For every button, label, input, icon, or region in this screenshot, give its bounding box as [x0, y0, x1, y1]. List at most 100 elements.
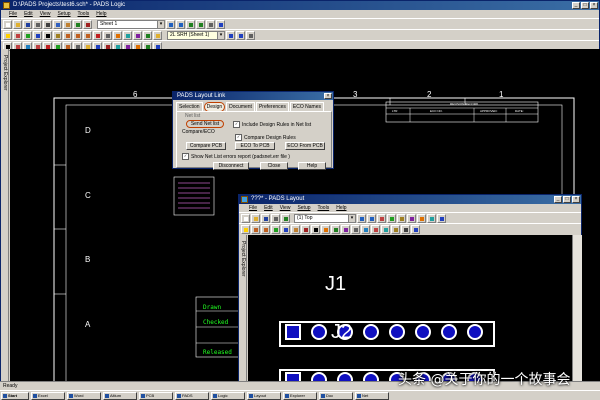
layout-redo-icon[interactable] — [367, 213, 376, 223]
menu-file[interactable]: File — [9, 10, 17, 18]
layout-menu-help[interactable]: Help — [336, 204, 346, 212]
send-netlist-button[interactable]: Send Net list — [186, 120, 224, 128]
redraw-icon[interactable] — [83, 19, 92, 29]
layout-verify-icon[interactable] — [331, 224, 340, 234]
taskbar-item[interactable]: Logic — [211, 391, 245, 400]
taskbar-item[interactable]: Net — [355, 391, 389, 400]
layout-glue-icon[interactable] — [381, 224, 390, 234]
taskbar-item[interactable]: PCB — [139, 391, 173, 400]
layout-help-icon[interactable] — [437, 213, 446, 223]
layout-zoom-icon[interactable] — [281, 213, 290, 223]
layout-new-icon[interactable] — [241, 213, 250, 223]
minimize-button[interactable]: _ — [572, 2, 580, 9]
layout-print-icon[interactable] — [271, 213, 280, 223]
help-icon[interactable] — [216, 19, 225, 29]
layout-drc-icon[interactable] — [321, 224, 330, 234]
dialog-close-button[interactable]: × — [324, 93, 332, 99]
layout-open-icon[interactable] — [251, 213, 260, 223]
hierarchy-icon[interactable] — [153, 30, 162, 40]
cut-icon[interactable] — [43, 19, 52, 29]
add-text-icon[interactable] — [43, 30, 52, 40]
pad-7[interactable] — [441, 324, 457, 340]
layout-minimize-button[interactable]: _ — [554, 196, 562, 203]
find-icon[interactable] — [246, 30, 255, 40]
eco-from-pcb-button[interactable]: ECO From PCB — [285, 142, 325, 150]
compare-pcb-button[interactable]: Compare PCB — [186, 142, 226, 150]
pad-4[interactable] — [363, 324, 379, 340]
logic-titlebar[interactable]: D:\PADS Projects\test6.sch* - PADS Logic… — [1, 1, 599, 10]
layout-flood-icon[interactable] — [371, 224, 380, 234]
taskbar-item[interactable]: Doc — [319, 391, 353, 400]
redo-icon[interactable] — [176, 19, 185, 29]
taskbar-item[interactable]: Layout — [247, 391, 281, 400]
layout-menu-tools[interactable]: Tools — [318, 204, 330, 212]
layout-dimension-icon[interactable] — [407, 213, 416, 223]
copy-icon[interactable] — [53, 19, 62, 29]
new-icon[interactable] — [3, 19, 12, 29]
start-button[interactable]: Start — [1, 391, 29, 400]
include-design-rules-checkbox[interactable]: Include Design Rules in Net list — [233, 121, 311, 128]
layout-save-icon[interactable] — [261, 213, 270, 223]
layout-titlebar[interactable]: ???* - PADS Layout _ □ × — [239, 195, 581, 204]
select-icon[interactable] — [3, 30, 12, 40]
layout-project-explorer-tab[interactable]: Project Explorer — [239, 235, 247, 389]
layout-ecos-icon[interactable] — [417, 213, 426, 223]
layout-find-icon[interactable] — [401, 224, 410, 234]
layout-grid-icon[interactable] — [411, 224, 420, 234]
mirror-icon[interactable] — [83, 30, 92, 40]
properties-icon[interactable] — [103, 30, 112, 40]
move-icon[interactable] — [63, 30, 72, 40]
pad-8[interactable] — [467, 324, 483, 340]
pad-2[interactable] — [311, 324, 327, 340]
disconnect-button[interactable]: Disconnect — [213, 162, 249, 170]
pad-5[interactable] — [389, 324, 405, 340]
pads-layout-link-icon[interactable] — [113, 30, 122, 40]
menu-help[interactable]: Help — [96, 10, 106, 18]
pad-6[interactable] — [415, 324, 431, 340]
sheet-select[interactable]: Sheet 1 ▾ — [97, 19, 165, 29]
layout-menu-view[interactable]: View — [280, 204, 291, 212]
layout-length-icon[interactable] — [341, 224, 350, 234]
pcb-canvas[interactable]: J1 J2 — [248, 235, 572, 389]
zoom-in-icon[interactable] — [186, 19, 195, 29]
add-part-icon[interactable] — [13, 30, 22, 40]
taskbar-item[interactable]: Explorer — [283, 391, 317, 400]
zoom-out-icon[interactable] — [196, 19, 205, 29]
layout-move-icon[interactable] — [251, 224, 260, 234]
logic-project-explorer-tab[interactable]: Project Explorer — [1, 49, 9, 381]
open-icon[interactable] — [13, 19, 22, 29]
layout-undo-icon[interactable] — [357, 213, 366, 223]
maximize-button[interactable]: □ — [581, 2, 589, 9]
layout-text-icon[interactable] — [311, 224, 320, 234]
menu-view[interactable]: View — [40, 10, 51, 18]
arrow-up-icon[interactable] — [226, 30, 235, 40]
layout-pour-icon[interactable] — [301, 224, 310, 234]
add-field-icon[interactable] — [53, 30, 62, 40]
layout-menu-file[interactable]: File — [249, 204, 257, 212]
delete-icon[interactable] — [93, 30, 102, 40]
dialog-help-button[interactable]: Help — [298, 162, 326, 170]
add-wire-icon[interactable] — [23, 30, 32, 40]
layout-menu-setup[interactable]: Setup — [297, 204, 310, 212]
pad-1[interactable] — [285, 324, 301, 340]
layout-select-icon[interactable] — [241, 224, 250, 234]
paste-icon[interactable] — [63, 19, 72, 29]
layout-vertical-scrollbar[interactable] — [572, 235, 582, 389]
layer-select[interactable]: (1) Top ▾ — [294, 213, 356, 223]
layout-report-icon[interactable] — [361, 224, 370, 234]
layout-copper-icon[interactable] — [291, 224, 300, 234]
save-icon[interactable] — [23, 19, 32, 29]
layout-design-icon[interactable] — [387, 213, 396, 223]
eco-to-pcb-button[interactable]: ECO To PCB — [235, 142, 275, 150]
pan-icon[interactable] — [206, 19, 215, 29]
layout-maximize-button[interactable]: □ — [563, 196, 571, 203]
layout-route-icon[interactable] — [271, 224, 280, 234]
layout-cam-icon[interactable] — [351, 224, 360, 234]
menu-setup[interactable]: Setup — [57, 10, 70, 18]
taskbar-item[interactable]: PADS — [175, 391, 209, 400]
sheet-select-2[interactable]: 2L SRH (Sheet 1) ▾ — [167, 30, 225, 40]
layout-menu-edit[interactable]: Edit — [264, 204, 273, 212]
taskbar-item[interactable]: Altium — [103, 391, 137, 400]
pads-router-icon[interactable] — [123, 30, 132, 40]
undo-icon[interactable] — [166, 19, 175, 29]
